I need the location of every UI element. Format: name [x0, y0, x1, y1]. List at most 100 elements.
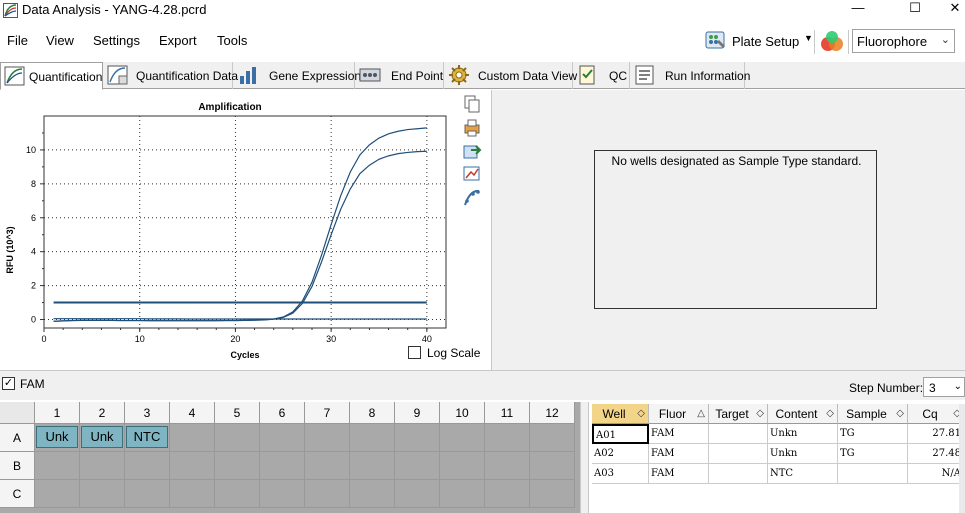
table-cell[interactable]: TG — [838, 424, 908, 444]
export-icon[interactable] — [462, 141, 482, 161]
plate-column-header[interactable]: 9 — [395, 402, 440, 424]
plate-well[interactable] — [485, 480, 530, 508]
menu-settings[interactable]: Settings — [93, 33, 140, 48]
plate-column-header[interactable]: 4 — [170, 402, 215, 424]
plate-well[interactable] — [215, 480, 260, 508]
table-cell[interactable] — [709, 464, 768, 484]
plate-well[interactable] — [260, 480, 305, 508]
plate-well[interactable] — [305, 480, 350, 508]
curve-fit-icon[interactable] — [462, 188, 482, 208]
plate-column-header[interactable]: 2 — [80, 402, 125, 424]
menu-view[interactable]: View — [46, 33, 74, 48]
sort-ascending-icon[interactable]: △ — [697, 404, 705, 424]
plate-well[interactable] — [125, 480, 170, 508]
plate-well[interactable] — [80, 452, 125, 480]
tab-quantification[interactable]: Quantification — [0, 62, 103, 90]
plate-well[interactable] — [485, 424, 530, 452]
plate-well[interactable] — [215, 452, 260, 480]
plate-well[interactable] — [215, 424, 260, 452]
plate-well[interactable] — [125, 452, 170, 480]
plate-column-header[interactable]: 12 — [530, 402, 575, 424]
plate-well[interactable] — [395, 424, 440, 452]
plate-well[interactable] — [170, 424, 215, 452]
table-cell[interactable]: A03 — [592, 464, 649, 484]
plate-corner[interactable] — [0, 402, 35, 424]
menu-tools[interactable]: Tools — [217, 33, 247, 48]
table-cell[interactable]: FAM — [649, 444, 709, 464]
zoom-chart-icon[interactable] — [462, 164, 482, 184]
plate-well[interactable] — [440, 480, 485, 508]
table-cell[interactable]: 27.81 — [908, 424, 965, 444]
log-scale-checkbox[interactable] — [408, 346, 421, 359]
plate-well[interactable] — [170, 452, 215, 480]
plate-well[interactable] — [260, 424, 305, 452]
plate-row-header[interactable]: C — [0, 480, 35, 508]
plate-well[interactable] — [530, 480, 575, 508]
amplification-chart[interactable]: Amplification RFU (10^3) Cycles 0 10 20 30 4… — [0, 90, 490, 370]
plate-column-header[interactable]: 10 — [440, 402, 485, 424]
print-icon[interactable] — [462, 118, 482, 138]
close-button[interactable]: ✕ — [935, 0, 965, 18]
menu-file[interactable]: File — [7, 33, 28, 48]
plate-well[interactable] — [80, 480, 125, 508]
table-cell[interactable]: Unkn — [768, 424, 838, 444]
plate-well[interactable]: NTC — [125, 424, 170, 452]
plate-row-header[interactable]: B — [0, 452, 35, 480]
tab-qc[interactable]: QC — [574, 62, 630, 89]
plate-well[interactable] — [350, 480, 395, 508]
table-cell[interactable]: N/A — [908, 464, 965, 484]
plate-well[interactable]: Unk — [80, 424, 125, 452]
maximize-button[interactable]: ☐ — [895, 0, 935, 18]
tab-custom-data-view[interactable]: Custom Data View — [445, 62, 577, 89]
table-cell[interactable]: FAM — [649, 464, 709, 484]
plate-well[interactable] — [350, 424, 395, 452]
plate-setup-button[interactable]: Plate Setup ▼ — [704, 28, 813, 54]
column-header-content[interactable]: Content ◇ — [768, 404, 838, 424]
plate-column-header[interactable]: 5 — [215, 402, 260, 424]
fam-checkbox[interactable]: ✓ — [2, 377, 15, 390]
tab-quantification-data[interactable]: Quantification Data — [104, 62, 238, 89]
plate-well[interactable] — [485, 452, 530, 480]
plate-column-header[interactable]: 8 — [350, 402, 395, 424]
well-content-badge[interactable]: Unk — [36, 426, 78, 448]
table-cell[interactable] — [709, 444, 768, 464]
table-cell[interactable] — [709, 424, 768, 444]
plate-well[interactable] — [440, 452, 485, 480]
plate-well[interactable] — [350, 452, 395, 480]
plate-well[interactable] — [260, 452, 305, 480]
plate-well[interactable] — [530, 452, 575, 480]
table-cell[interactable]: A02 — [592, 444, 649, 464]
plate-column-header[interactable]: 3 — [125, 402, 170, 424]
menu-export[interactable]: Export — [159, 33, 197, 48]
plate-well[interactable] — [440, 424, 485, 452]
fluorophore-color-icon[interactable] — [819, 29, 845, 55]
plate-well[interactable] — [395, 452, 440, 480]
fluorophore-select[interactable]: Fluorophore ⌄ — [852, 29, 955, 53]
plate-well[interactable] — [170, 480, 215, 508]
plate-well[interactable] — [305, 424, 350, 452]
table-cell[interactable]: FAM — [649, 424, 709, 444]
plate-well[interactable]: Unk — [35, 424, 80, 452]
plate-well[interactable] — [395, 480, 440, 508]
table-cell[interactable] — [838, 464, 908, 484]
table-cell[interactable]: NTC — [768, 464, 838, 484]
step-number-select[interactable]: 3 ⌄ — [923, 377, 965, 397]
table-scrollbar[interactable] — [959, 404, 965, 513]
well-content-badge[interactable]: NTC — [126, 426, 168, 448]
plate-well[interactable] — [35, 452, 80, 480]
table-cell[interactable]: TG — [838, 444, 908, 464]
plate-column-header[interactable]: 11 — [485, 402, 530, 424]
plate-row-header[interactable]: A — [0, 424, 35, 452]
column-header-cq[interactable]: Cq ◇ — [908, 404, 965, 424]
plate-table-splitter[interactable] — [580, 402, 589, 513]
copy-icon[interactable] — [462, 94, 482, 114]
plate-well[interactable] — [35, 480, 80, 508]
tab-gene-expression[interactable]: Gene Expression — [234, 62, 361, 89]
minimize-button[interactable]: — — [838, 0, 878, 18]
tab-run-information[interactable]: Run Information — [631, 62, 750, 89]
sort-icon[interactable]: ◇ — [756, 404, 764, 424]
table-cell[interactable]: A01 — [592, 424, 649, 444]
column-header-sample[interactable]: Sample ◇ — [838, 404, 908, 424]
column-header-fluor[interactable]: Fluor △ — [649, 404, 709, 424]
sort-icon[interactable]: ◇ — [826, 404, 834, 424]
